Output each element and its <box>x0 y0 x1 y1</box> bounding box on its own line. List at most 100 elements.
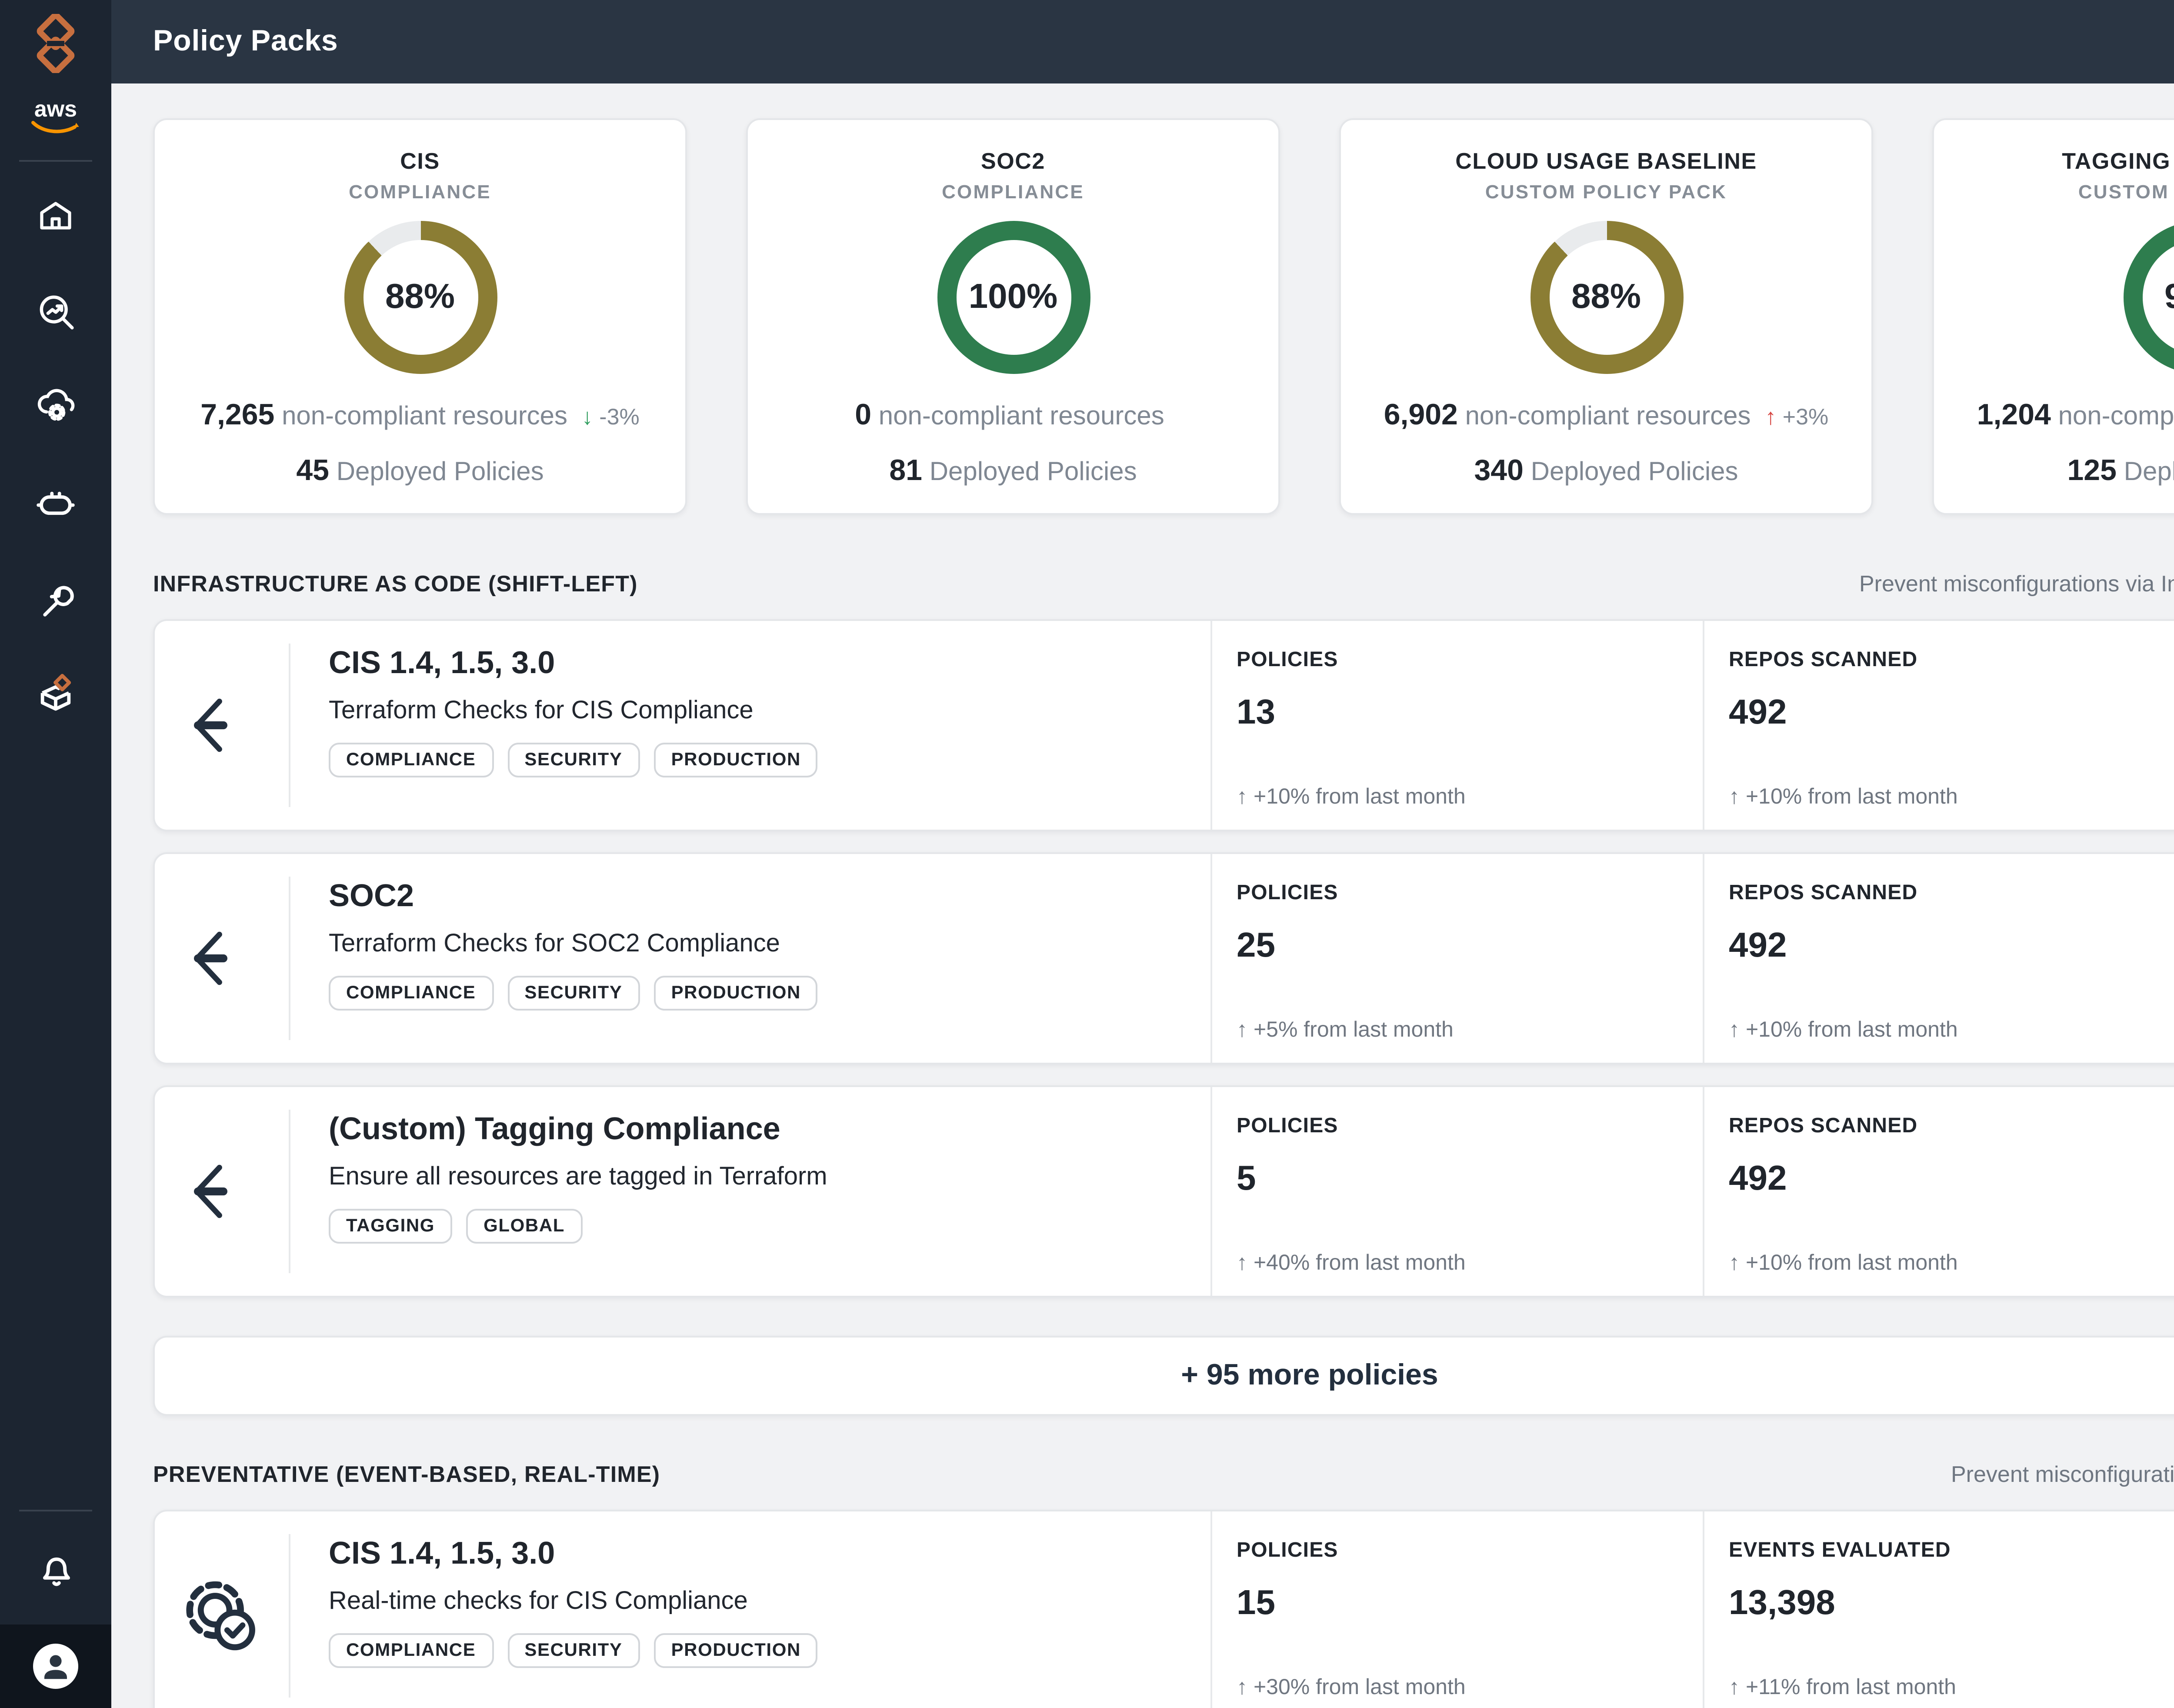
sidebar-item-policy-packs[interactable] <box>33 671 78 717</box>
card-subtitle: COMPLIANCE <box>176 183 664 203</box>
container-icon <box>33 480 78 525</box>
card-subtitle: CUSTOM POLICY PACK <box>1362 183 1851 203</box>
deployed-policies-line: 340 Deployed Policies <box>1362 454 1851 489</box>
tag-badge: GLOBAL <box>466 1209 582 1244</box>
summary-card-cis[interactable]: CIS COMPLIANCE 88% 7,265 non-compliant r… <box>153 118 687 515</box>
notifications-button[interactable] <box>33 1546 78 1591</box>
sidebar: aws <box>0 0 111 1708</box>
donut-percent: 88% <box>1571 277 1641 317</box>
policy-pack-row-cis-realtime[interactable]: CIS 1.4, 1.5, 3.0 Real-time checks for C… <box>153 1510 2174 1708</box>
trend-indicator: ↑ +3% <box>1765 404 1828 430</box>
shift-left-arrow-icon <box>155 1110 290 1273</box>
cloud-gear-icon <box>33 384 78 430</box>
deployed-policies-line: 45 Deployed Policies <box>176 454 664 489</box>
tag-badge: TAGGING <box>329 1209 452 1244</box>
donut-percent: 100% <box>969 277 1058 317</box>
sidebar-bottom <box>0 1510 111 1708</box>
sidebar-item-containers[interactable] <box>33 480 78 525</box>
sidebar-item-home[interactable] <box>33 193 78 238</box>
compliance-donut: 88% <box>1530 221 1683 374</box>
stat-column-repos-scanned: REPOS SCANNED 492 ↑ +10% from last month <box>1703 854 2174 1063</box>
stat-column-policies: POLICIES 15 ↑ +30% from last month <box>1210 1511 1703 1708</box>
sidebar-bottom-divider <box>19 1510 92 1511</box>
policy-pack-title: CIS 1.4, 1.5, 3.0 <box>329 645 1193 682</box>
tag-badge: SECURITY <box>507 743 640 777</box>
page-title: Policy Packs <box>153 24 338 59</box>
trend-arrow-icon: ↓ <box>582 404 593 430</box>
compliance-donut: 95% <box>2123 221 2174 374</box>
summary-card-cloud-usage-baseline[interactable]: CLOUD USAGE BASELINE CUSTOM POLICY PACK … <box>1339 118 1873 515</box>
deployed-policies-line: 125 Deployed Policies <box>1955 454 2174 489</box>
non-compliant-line: 0 non-compliant resources <box>769 398 1257 433</box>
card-title: TAGGING COMPLIANCE <box>1955 148 2174 174</box>
policy-pack-info: (Custom) Tagging Compliance Ensure all r… <box>290 1087 1210 1296</box>
section-label: INFRASTRUCTURE AS CODE (SHIFT-LEFT) <box>153 570 638 597</box>
section-label: PREVENTATIVE (EVENT-BASED, REAL-TIME) <box>153 1461 660 1487</box>
non-compliant-line: 1,204 non-compliant resources ↑ +3% <box>1955 398 2174 433</box>
card-title: SOC2 <box>769 148 1257 174</box>
tag-list: TAGGING GLOBAL <box>329 1209 1193 1244</box>
policy-pack-subtitle: Terraform Checks for CIS Compliance <box>329 697 1193 725</box>
section-header-iac: INFRASTRUCTURE AS CODE (SHIFT-LEFT) Prev… <box>153 570 2174 597</box>
tag-list: COMPLIANCE SECURITY PRODUCTION <box>329 743 1193 777</box>
stat-column-repos-scanned: REPOS SCANNED 492 ↑ +10% from last month <box>1703 621 2174 830</box>
policy-pack-title: CIS 1.4, 1.5, 3.0 <box>329 1536 1193 1572</box>
card-subtitle: CUSTOM POLICY PACK <box>1955 183 2174 203</box>
policy-pack-info: CIS 1.4, 1.5, 3.0 Real-time checks for C… <box>290 1511 1210 1708</box>
wrench-icon <box>34 577 77 620</box>
sidebar-item-cloud-settings[interactable] <box>33 384 78 430</box>
aws-smile-icon <box>31 120 80 136</box>
stat-column-policies: POLICIES 25 ↑ +5% from last month <box>1210 854 1703 1063</box>
aws-label: aws <box>34 99 77 120</box>
summary-card-soc2[interactable]: SOC2 COMPLIANCE 100% 0 non-compliant res… <box>746 118 1280 515</box>
donut-percent: 88% <box>385 277 455 317</box>
policy-pack-row-soc2-iac[interactable]: SOC2 Terraform Checks for SOC2 Complianc… <box>153 852 2174 1064</box>
policy-pack-title: SOC2 <box>329 878 1193 915</box>
section-hint: Prevent misconfigurations on resources i… <box>1951 1461 2174 1487</box>
stat-column-repos-scanned: REPOS SCANNED 492 ↑ +10% from last month <box>1703 1087 2174 1296</box>
main-content: CIS COMPLIANCE 88% 7,265 non-compliant r… <box>111 83 2174 1708</box>
gear-check-icon <box>155 1534 290 1698</box>
card-title: CIS <box>176 148 664 174</box>
donut-percent: 95% <box>2164 277 2174 317</box>
sidebar-divider <box>19 160 92 162</box>
compliance-donut: 100% <box>937 221 1090 374</box>
stat-column-events-evaluated: EVENTS EVALUATED 13,398 ↑ +11% from last… <box>1703 1511 2174 1708</box>
stat-column-policies: POLICIES 13 ↑ +10% from last month <box>1210 621 1703 830</box>
tag-badge: SECURITY <box>507 1633 640 1668</box>
tag-badge: COMPLIANCE <box>329 976 493 1011</box>
policy-packs-page: aws <box>0 0 2174 1708</box>
aws-account-badge[interactable]: aws <box>31 99 80 136</box>
tag-badge: COMPLIANCE <box>329 1633 493 1668</box>
policy-pack-title: (Custom) Tagging Compliance <box>329 1111 1193 1148</box>
tag-badge: PRODUCTION <box>654 976 818 1011</box>
non-compliant-line: 6,902 non-compliant resources ↑ +3% <box>1362 398 1851 433</box>
trend-indicator: ↓ -3% <box>582 404 640 430</box>
non-compliant-line: 7,265 non-compliant resources ↓ -3% <box>176 398 664 433</box>
shift-left-arrow-icon <box>155 644 290 807</box>
sidebar-item-remediation-tools[interactable] <box>33 576 78 621</box>
policy-pack-row-custom-tagging[interactable]: (Custom) Tagging Compliance Ensure all r… <box>153 1085 2174 1298</box>
trend-arrow-icon: ↑ <box>1765 404 1776 430</box>
compliance-summary-row: CIS COMPLIANCE 88% 7,265 non-compliant r… <box>153 118 2174 515</box>
tag-badge: PRODUCTION <box>654 743 818 777</box>
home-icon <box>35 195 77 237</box>
card-title: CLOUD USAGE BASELINE <box>1362 148 1851 174</box>
search-trend-icon <box>34 290 77 333</box>
sidebar-item-inventory-insights[interactable] <box>33 289 78 334</box>
card-subtitle: COMPLIANCE <box>769 183 1257 203</box>
policy-pack-subtitle: Terraform Checks for SOC2 Compliance <box>329 931 1193 958</box>
tag-badge: SECURITY <box>507 976 640 1011</box>
user-avatar <box>31 1642 80 1691</box>
more-policies-button[interactable]: + 95 more policies <box>153 1336 2174 1416</box>
compliance-donut: 88% <box>343 221 497 374</box>
tag-badge: PRODUCTION <box>654 1633 818 1668</box>
tag-badge: COMPLIANCE <box>329 743 493 777</box>
policy-pack-row-cis-iac[interactable]: CIS 1.4, 1.5, 3.0 Terraform Checks for C… <box>153 619 2174 831</box>
policy-pack-info: SOC2 Terraform Checks for SOC2 Complianc… <box>290 854 1210 1063</box>
shift-left-arrow-icon <box>155 877 290 1040</box>
firefly-logo-icon[interactable] <box>24 12 87 75</box>
user-menu[interactable] <box>0 1625 111 1708</box>
summary-card-tagging-compliance[interactable]: TAGGING COMPLIANCE CUSTOM POLICY PACK 95… <box>1932 118 2174 515</box>
tag-list: COMPLIANCE SECURITY PRODUCTION <box>329 1633 1193 1668</box>
